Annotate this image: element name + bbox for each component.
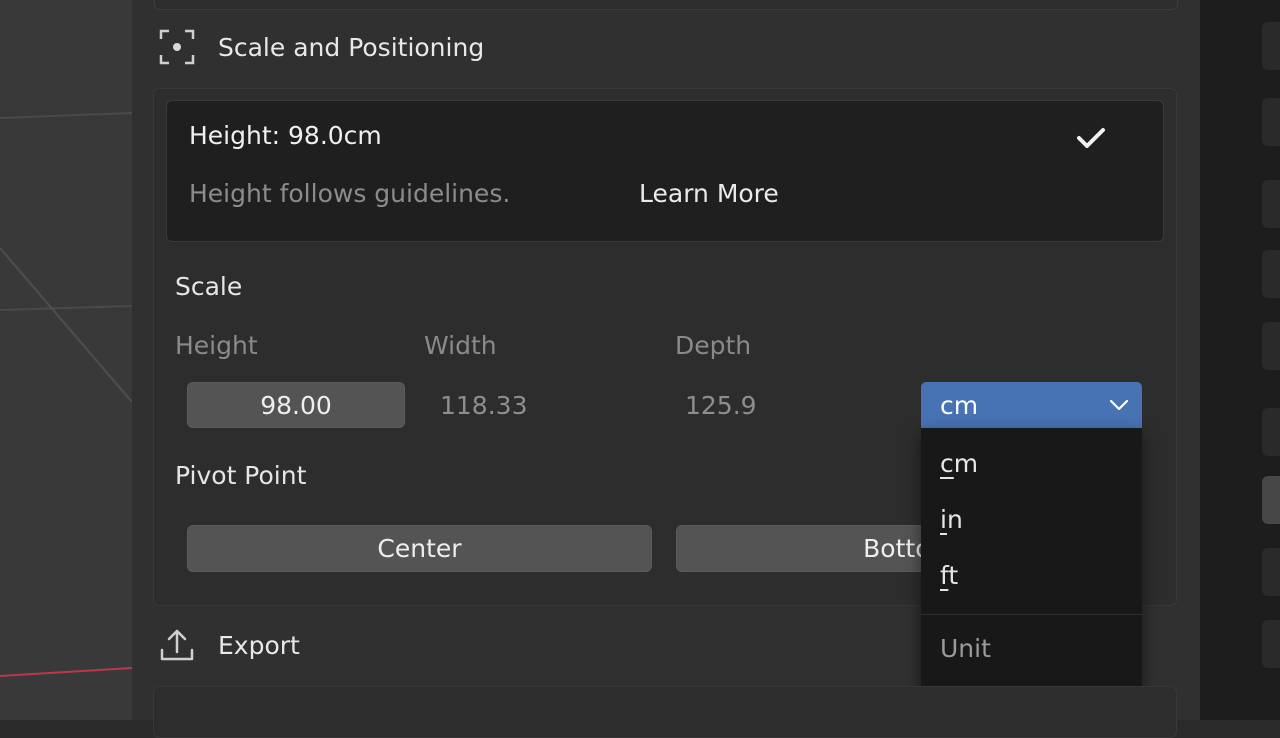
strip-tab[interactable] (1262, 180, 1280, 228)
height-label: Height (175, 331, 258, 360)
right-tool-strip (1200, 0, 1280, 720)
height-check-card: Height: 98.0cm Height follows guidelines… (166, 100, 1164, 242)
unit-option-in[interactable]: in (940, 505, 963, 534)
strip-tab[interactable] (1262, 98, 1280, 146)
chevron-down-icon (1109, 399, 1129, 411)
height-input[interactable]: 98.00 (187, 382, 405, 428)
3d-viewport[interactable] (0, 0, 132, 720)
scale-heading: Scale (175, 272, 243, 301)
pivot-center-button[interactable]: Center (187, 525, 652, 572)
width-value: 118.33 (440, 390, 528, 420)
unit-option-cm[interactable]: cm (940, 449, 978, 478)
export-section-title: Export (218, 630, 300, 660)
strip-tab[interactable] (1262, 408, 1280, 456)
depth-label: Depth (675, 331, 752, 360)
scale-section-header[interactable]: Scale and Positioning (158, 27, 484, 67)
strip-tab[interactable] (1262, 22, 1280, 70)
unit-select[interactable]: cm (921, 382, 1142, 428)
width-label: Width (424, 331, 497, 360)
unit-select-value: cm (940, 390, 979, 420)
strip-tab[interactable] (1262, 548, 1280, 596)
export-section-header[interactable]: Export (158, 625, 300, 665)
scale-section-title: Scale and Positioning (218, 32, 485, 62)
depth-value: 125.9 (685, 390, 757, 420)
viewport-grid (0, 112, 132, 677)
strip-tab[interactable] (1262, 620, 1280, 668)
unit-dropdown-menu: cm in ft Unit (921, 428, 1142, 690)
height-check-title: Height: 98.0cm (189, 121, 382, 150)
checkmark-icon (1077, 128, 1105, 148)
pivot-heading: Pivot Point (175, 461, 307, 490)
unit-menu-header: Unit (940, 634, 991, 663)
strip-tab-active[interactable] (1262, 476, 1280, 524)
export-subpanel (153, 686, 1177, 738)
height-check-note: Height follows guidelines. (189, 179, 511, 208)
learn-more-link[interactable]: Learn More (639, 179, 779, 208)
strip-tab[interactable] (1262, 250, 1280, 298)
unit-option-ft[interactable]: ft (940, 561, 958, 590)
dropdown-separator (921, 614, 1142, 615)
strip-tab[interactable] (1262, 322, 1280, 370)
upload-icon (160, 629, 194, 661)
frame-focus-icon (159, 29, 195, 65)
previous-section-box (154, 0, 1178, 10)
